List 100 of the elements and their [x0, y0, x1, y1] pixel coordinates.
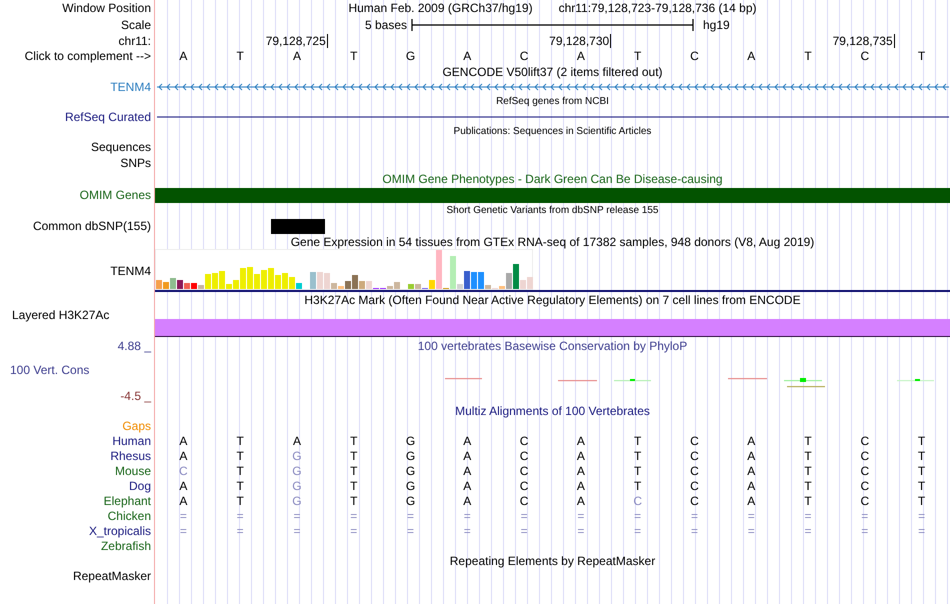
expression-bar[interactable]: [275, 275, 281, 289]
expression-bar[interactable]: [408, 284, 414, 289]
expression-bar[interactable]: [177, 280, 183, 289]
expression-bar[interactable]: [471, 272, 477, 289]
base-letter[interactable]: T: [634, 49, 642, 63]
track-title[interactable]: GENCODE V50lift37 (2 items filtered out): [442, 64, 663, 78]
expression-bar[interactable]: [464, 271, 470, 289]
expression-bar[interactable]: [338, 286, 344, 289]
species-label[interactable]: Mouse: [114, 464, 151, 478]
track-title[interactable]: RefSeq genes from NCBI: [496, 96, 609, 108]
expression-bar[interactable]: [478, 272, 484, 289]
expression-bar[interactable]: [345, 281, 351, 289]
expression-bar[interactable]: [527, 277, 533, 289]
alignment-base: T: [236, 434, 244, 448]
expression-bar[interactable]: [205, 274, 211, 289]
expression-bar[interactable]: [331, 283, 337, 289]
expression-bar[interactable]: [485, 285, 491, 289]
base-letter[interactable]: T: [804, 49, 812, 63]
track-label[interactable]: chr11:: [118, 34, 151, 48]
track-label[interactable]: TENM4: [110, 264, 151, 278]
track-title[interactable]: Multiz Alignments of 100 Vertebrates: [455, 404, 650, 418]
expression-bar[interactable]: [268, 268, 274, 289]
expression-bar[interactable]: [394, 282, 400, 289]
expression-bar[interactable]: [506, 273, 512, 289]
expression-bar[interactable]: [219, 271, 225, 289]
expression-bar[interactable]: [261, 270, 267, 289]
expression-bar[interactable]: [310, 272, 316, 289]
species-label[interactable]: Rhesus: [110, 448, 151, 462]
expression-bar[interactable]: [212, 273, 218, 289]
base-letter[interactable]: T: [918, 49, 926, 63]
expression-bar[interactable]: [247, 267, 253, 289]
alignment-base: A: [463, 494, 472, 508]
track-label[interactable]: Sequences: [90, 140, 151, 154]
expression-bar[interactable]: [317, 272, 323, 289]
track-label[interactable]: Click to complement -->: [24, 49, 151, 63]
alignment-base: =: [918, 508, 926, 522]
expression-bar[interactable]: [191, 283, 197, 289]
track-label[interactable]: 100 Vert. Cons: [10, 363, 90, 377]
expression-bar[interactable]: [359, 281, 365, 289]
expression-bar[interactable]: [226, 284, 232, 289]
base-letter[interactable]: A: [292, 49, 301, 63]
track-label[interactable]: Layered H3K27Ac: [12, 308, 110, 322]
base-letter[interactable]: A: [179, 49, 188, 63]
expression-bar[interactable]: [254, 274, 260, 289]
track-label[interactable]: TENM4: [110, 80, 151, 94]
expression-bar[interactable]: [233, 280, 239, 289]
expression-bar[interactable]: [282, 273, 288, 289]
expression-bar[interactable]: [513, 264, 519, 289]
expression-bar[interactable]: [198, 285, 204, 289]
track-title[interactable]: Repeating Elements by RepeatMasker: [450, 554, 656, 568]
expression-bar[interactable]: [499, 286, 505, 289]
expression-bar[interactable]: [240, 268, 246, 289]
track-label[interactable]: Scale: [120, 18, 151, 32]
species-label[interactable]: X_tropicalis: [88, 524, 151, 538]
base-letter[interactable]: G: [406, 49, 416, 63]
expression-bar[interactable]: [429, 280, 435, 289]
expression-bar[interactable]: [156, 280, 162, 289]
species-label[interactable]: Chicken: [108, 508, 151, 522]
expression-bar[interactable]: [387, 286, 393, 289]
species-label[interactable]: Zebrafish: [100, 538, 151, 552]
expression-bar[interactable]: [324, 273, 330, 289]
track-label[interactable]: RepeatMasker: [72, 569, 151, 583]
signal-bar[interactable]: [155, 319, 950, 337]
species-label[interactable]: Elephant: [104, 494, 151, 508]
expression-bar[interactable]: [450, 256, 456, 289]
species-label[interactable]: Human: [112, 434, 151, 448]
track-label[interactable]: OMIM Genes: [80, 188, 151, 202]
expression-bar[interactable]: [436, 250, 442, 289]
track-title[interactable]: Gene Expression in 54 tissues from GTEx RNA-seq of 17382 samples, 948 donors (V8, Aug 2019): [290, 234, 814, 248]
base-letter[interactable]: C: [690, 49, 699, 63]
base-letter[interactable]: C: [860, 49, 870, 63]
base-letter[interactable]: C: [520, 49, 528, 63]
base-letter[interactable]: T: [350, 49, 358, 63]
expression-bar[interactable]: [170, 278, 176, 289]
base-letter[interactable]: A: [747, 49, 756, 63]
track-title[interactable]: OMIM Gene Phenotypes - Dark Green Can Be Disease-causing: [382, 172, 723, 186]
track-title[interactable]: Publications: Sequences in Scientific Articles: [454, 126, 652, 138]
track-label[interactable]: Common dbSNP(155): [32, 219, 151, 233]
track-title[interactable]: Short Genetic Variants from dbSNP release 155: [446, 204, 658, 216]
track-label[interactable]: Window Position: [62, 1, 151, 15]
expression-bar[interactable]: [289, 277, 295, 289]
track-label[interactable]: RefSeq Curated: [64, 110, 151, 124]
base-letter[interactable]: T: [236, 49, 244, 63]
base-letter[interactable]: A: [576, 49, 585, 63]
gene-strand-line[interactable]: [155, 82, 950, 92]
track-label[interactable]: SNPs: [120, 156, 151, 170]
expression-bar[interactable]: [415, 284, 421, 289]
expression-bar[interactable]: [520, 280, 526, 289]
expression-bar[interactable]: [366, 281, 372, 289]
base-letter[interactable]: A: [463, 49, 472, 63]
variant-block[interactable]: [270, 218, 326, 234]
track-title[interactable]: H3K27Ac Mark (Often Found Near Active Regulatory Elements) on 7 cell lines from ENCODE: [304, 292, 801, 306]
expression-bar[interactable]: [352, 275, 358, 289]
expression-bar[interactable]: [296, 283, 302, 289]
species-label[interactable]: Dog: [128, 478, 151, 492]
feature-bar[interactable]: [155, 188, 950, 203]
expression-bar[interactable]: [457, 284, 463, 289]
track-title[interactable]: 100 vertebrates Basewise Conservation by PhyloP: [418, 339, 688, 353]
expression-bar[interactable]: [163, 282, 169, 289]
expression-bar[interactable]: [184, 283, 190, 289]
